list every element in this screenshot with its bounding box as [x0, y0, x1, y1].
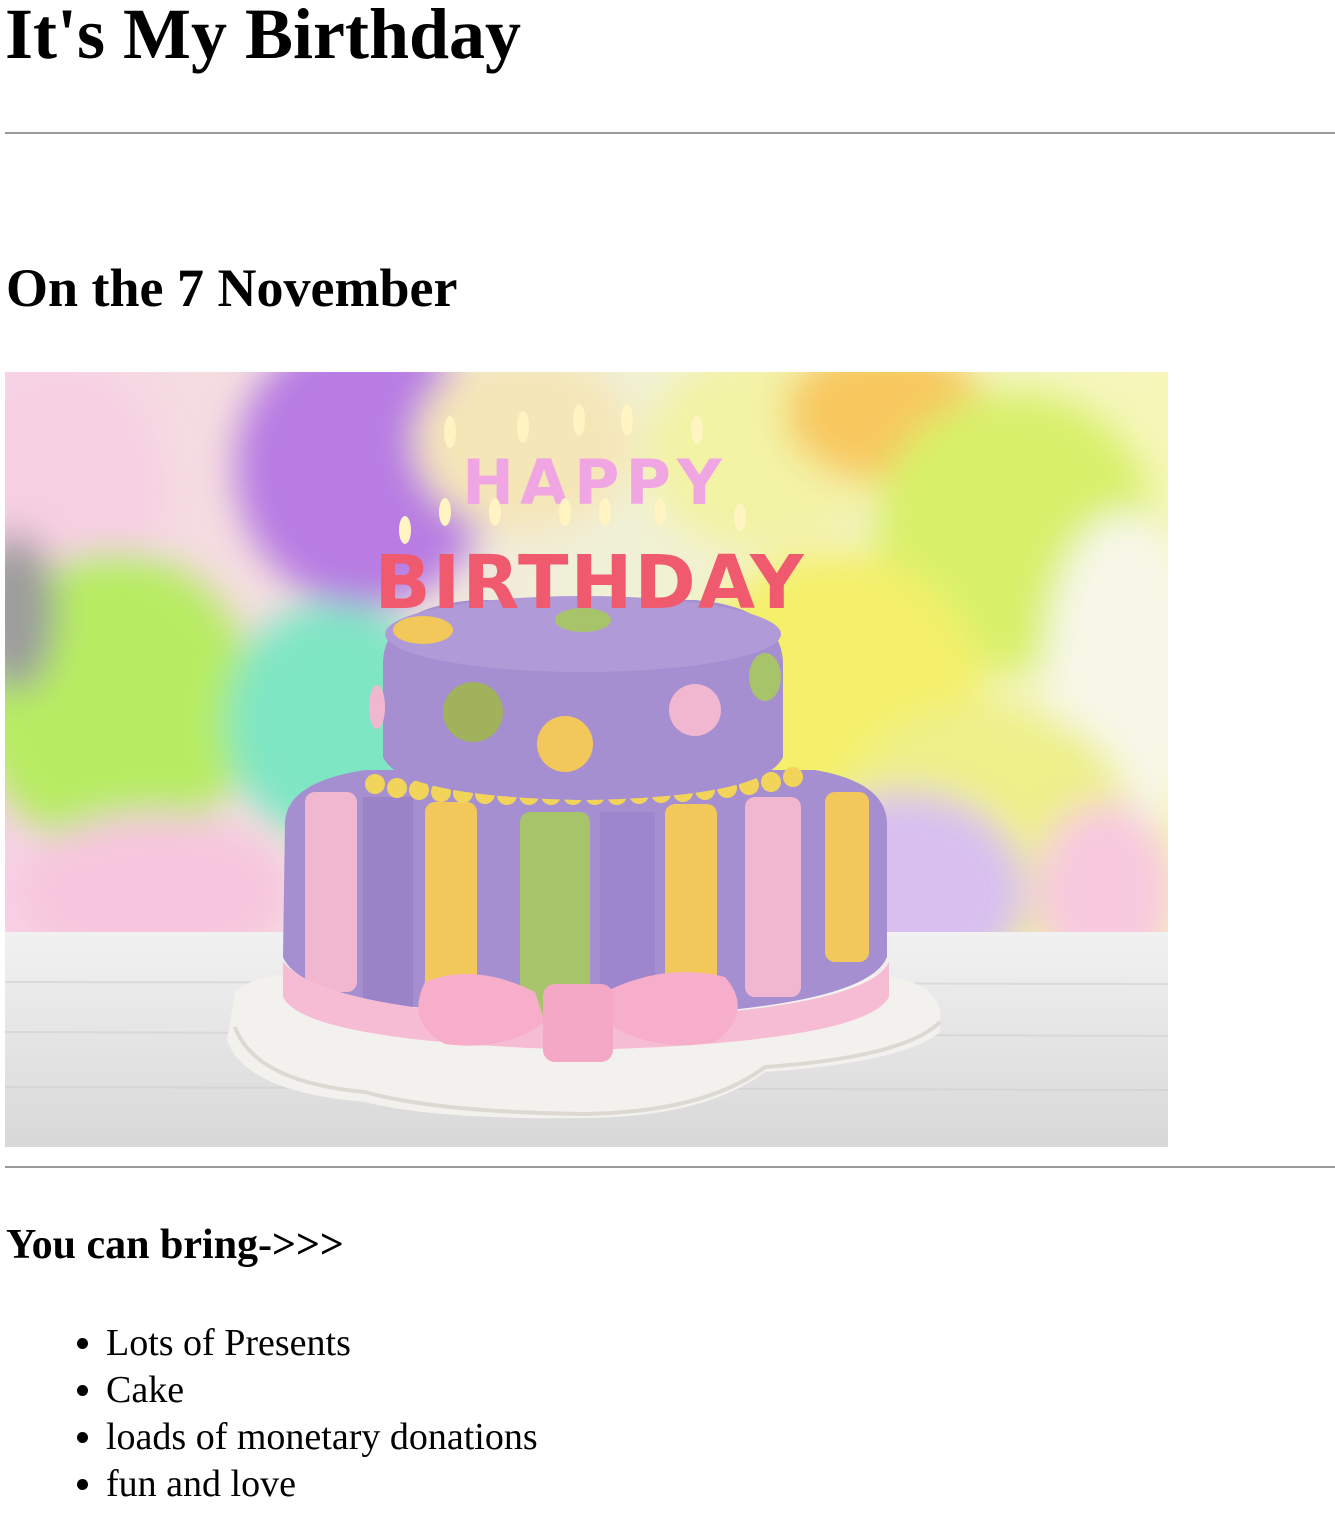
- list-item: loads of monetary donations: [106, 1414, 538, 1461]
- top-divider: [5, 132, 1335, 134]
- bring-heading: You can bring->>>: [6, 1222, 344, 1268]
- bottom-divider: [5, 1166, 1335, 1168]
- page-title: It's My Birthday: [5, 0, 522, 74]
- topper-happy: HAPPY: [462, 446, 728, 519]
- list-item: Lots of Presents: [106, 1320, 538, 1367]
- list-item: fun and love: [106, 1461, 538, 1508]
- topper-birthday: BIRTHDAY: [374, 540, 805, 626]
- bring-list: Lots of Presents Cake loads of monetary …: [0, 1320, 538, 1508]
- date-heading: On the 7 November: [6, 258, 458, 318]
- birthday-cake-image: HAPPY BIRTHDAY: [5, 372, 1168, 1147]
- list-item: Cake: [106, 1367, 538, 1414]
